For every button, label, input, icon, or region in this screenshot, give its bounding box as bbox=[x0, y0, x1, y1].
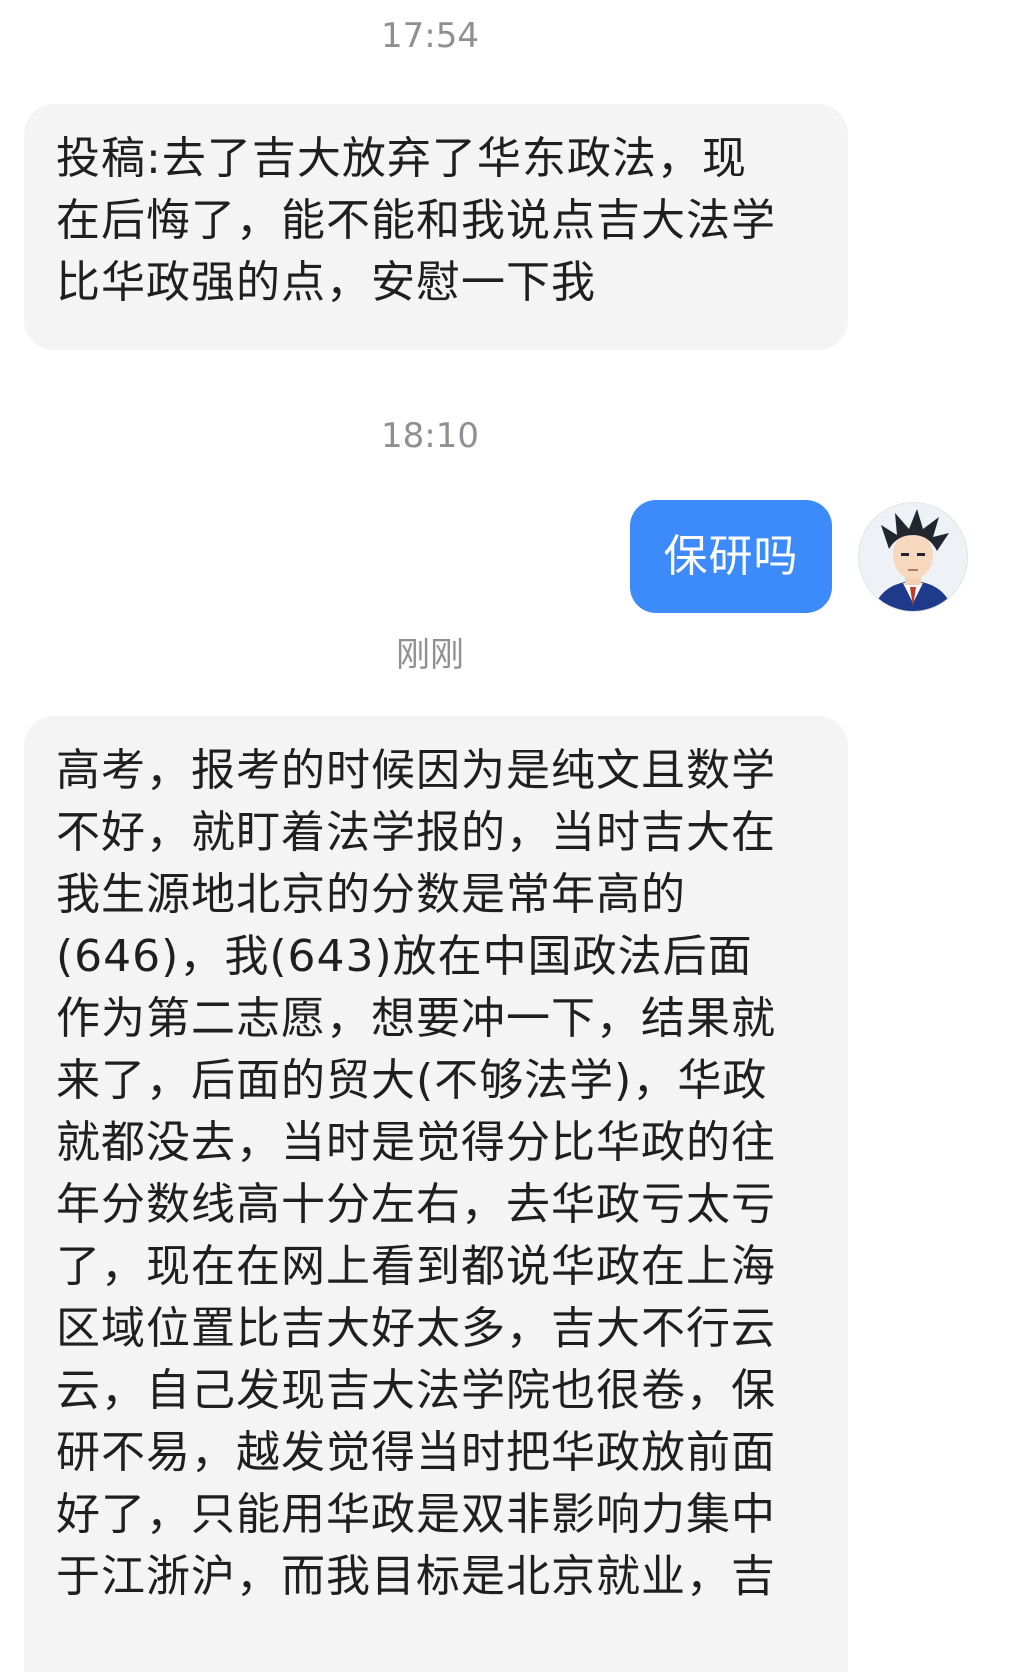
timestamp-just-now: 刚刚 bbox=[396, 635, 464, 675]
outgoing-message-1[interactable]: 保研吗 bbox=[630, 500, 832, 613]
incoming-message-2[interactable]: 高考，报考的时候因为是纯文且数学 不好，就盯着法学报的，当时吉大在 我生源地北京… bbox=[24, 716, 848, 1672]
timestamp-1810: 18:10 bbox=[381, 416, 479, 456]
anime-lawyer-avatar-icon[interactable] bbox=[858, 502, 968, 612]
chat-screen: 17:54 投稿:去了吉大放弃了华东政法，现 在后悔了，能不能和我说点吉大法学 … bbox=[0, 0, 1013, 1672]
timestamp-1754: 17:54 bbox=[381, 16, 479, 56]
incoming-message-1[interactable]: 投稿:去了吉大放弃了华东政法，现 在后悔了，能不能和我说点吉大法学 比华政强的点… bbox=[24, 104, 848, 350]
